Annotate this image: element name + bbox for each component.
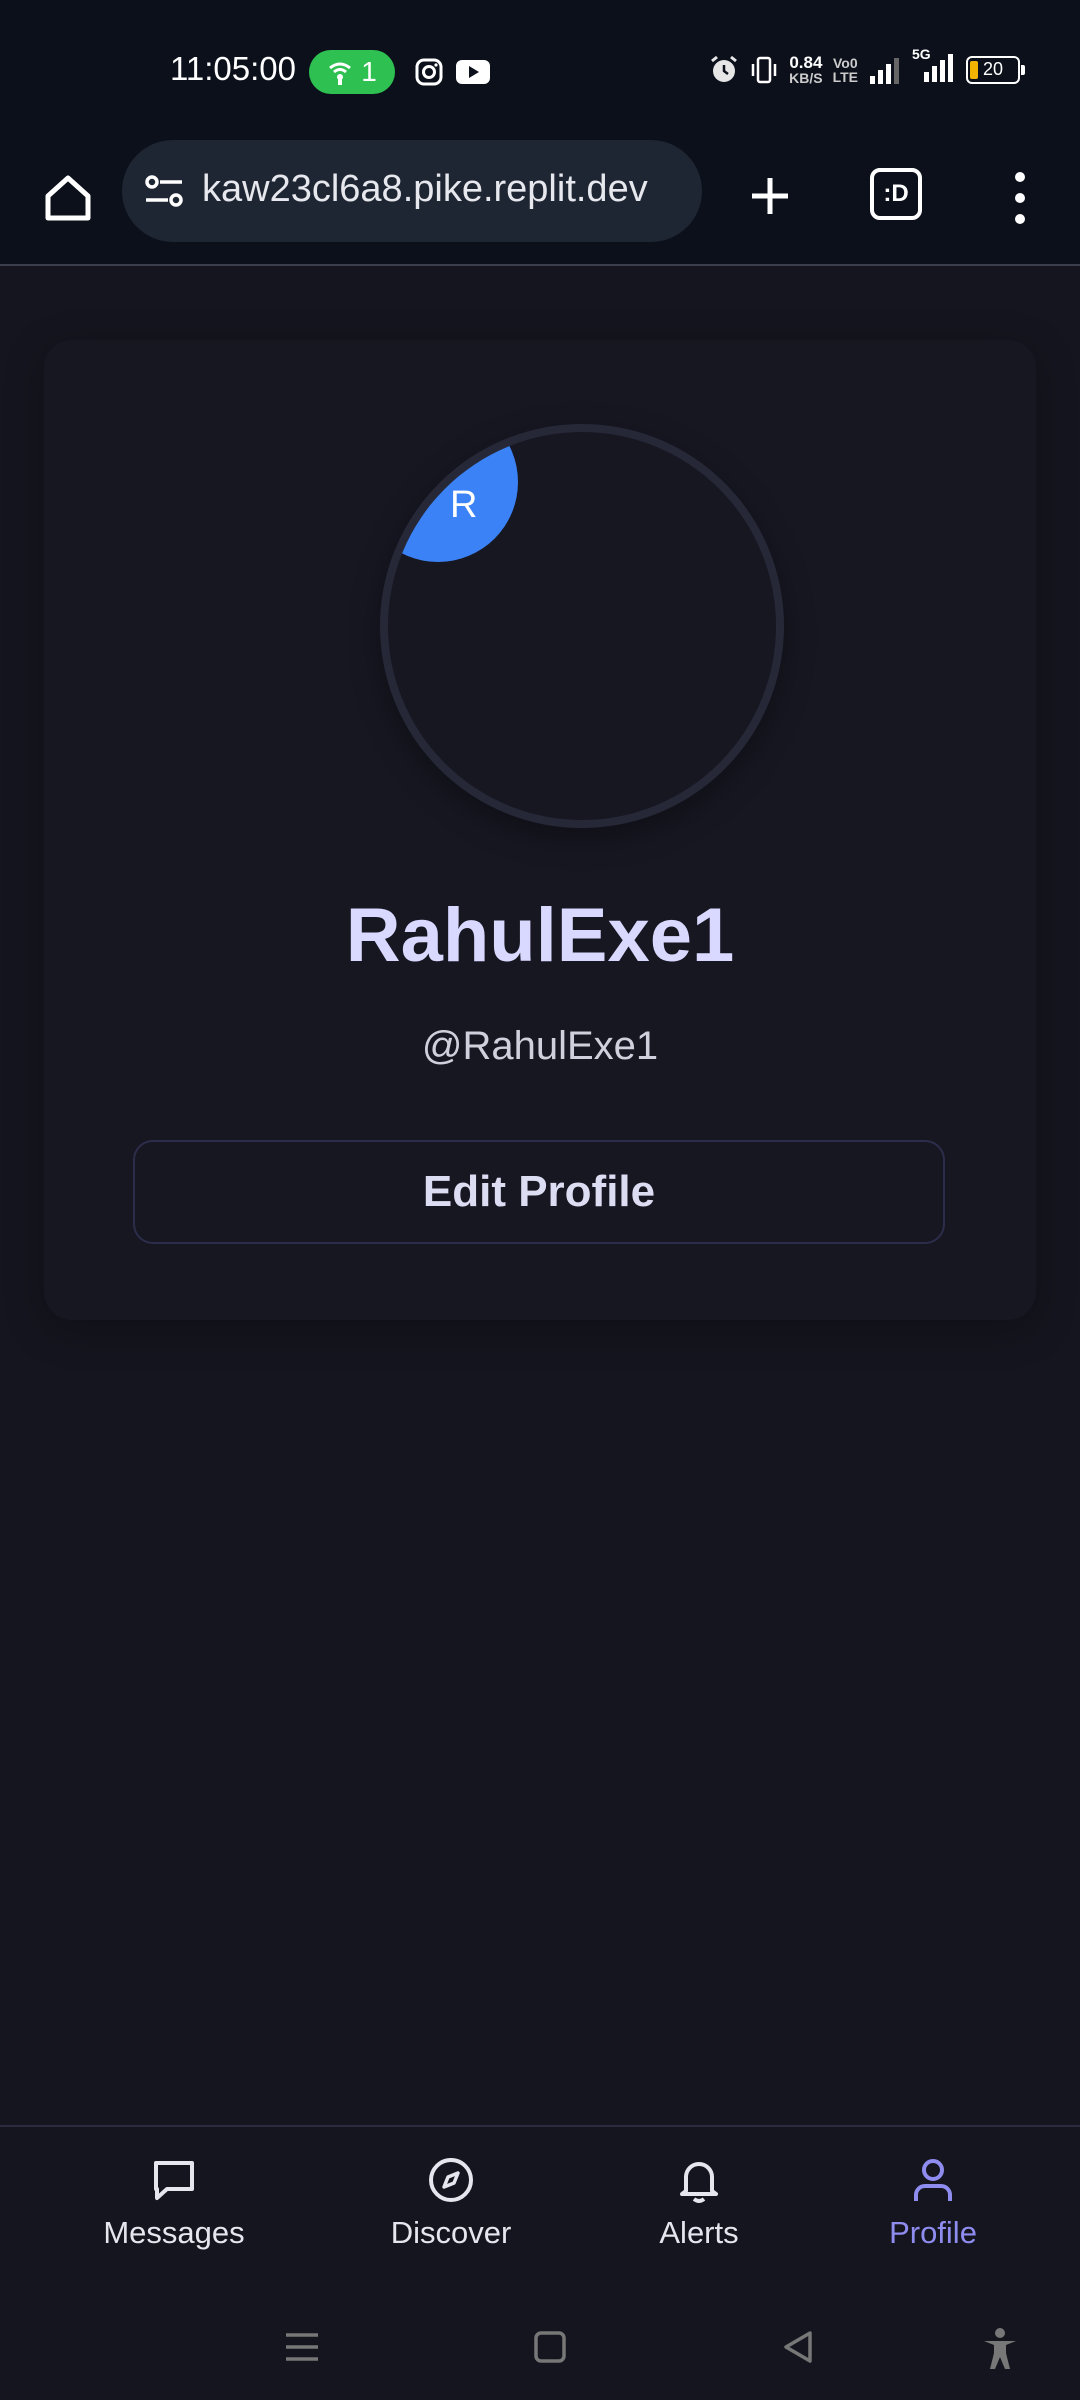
- profile-username: @RahulExe1: [421, 1024, 659, 1068]
- signal-5g: 5G: [912, 46, 956, 87]
- browser-menu-button[interactable]: [1000, 168, 1040, 228]
- compass-icon: [429, 2158, 473, 2202]
- nav-item-alerts[interactable]: Alerts: [599, 2155, 799, 2251]
- alarm-icon: [711, 55, 738, 82]
- kebab-dot: [1015, 172, 1025, 182]
- profile-display-name: RahulExe1: [345, 893, 735, 978]
- site-settings-icon[interactable]: [142, 172, 186, 212]
- status-bar: 11:05:00 1 0.84 KB/S Vo0 LTE 5G 20: [0, 0, 1080, 140]
- youtube-icon: [456, 60, 490, 84]
- tab-switcher-button[interactable]: :D: [870, 168, 926, 224]
- accessibility-icon[interactable]: [980, 2327, 1020, 2371]
- status-right-icons: 0.84 KB/S Vo0 LTE 5G 20: [709, 46, 1025, 87]
- signal-icon-1: [870, 57, 899, 84]
- vibrate-icon: [751, 56, 777, 83]
- nav-label-profile: Profile: [889, 2215, 977, 2250]
- nav-label-messages: Messages: [103, 2215, 245, 2250]
- menu-icon[interactable]: [282, 2327, 322, 2367]
- back-icon[interactable]: [780, 2327, 816, 2367]
- avatar-fallback-circle: [388, 432, 518, 562]
- browser-toolbar: kaw23cl6a8.pike.replit.dev :D: [0, 140, 1080, 266]
- kebab-dot: [1015, 193, 1025, 203]
- tab-switcher-icon: :D: [870, 168, 922, 220]
- plus-icon: [752, 178, 788, 214]
- status-time: 11:05:00: [170, 50, 297, 87]
- nav-item-messages[interactable]: Messages: [74, 2155, 274, 2251]
- edit-profile-button[interactable]: Edit Profile: [133, 1140, 945, 1244]
- kebab-dot: [1015, 214, 1025, 224]
- hotspot-badge: 1: [309, 50, 395, 94]
- nav-label-alerts: Alerts: [659, 2215, 739, 2250]
- nav-label-discover: Discover: [390, 2215, 512, 2250]
- nav-item-profile[interactable]: Profile: [833, 2155, 1033, 2251]
- new-tab-button[interactable]: [738, 164, 802, 228]
- data-rate: 0.84 KB/S: [789, 52, 823, 86]
- avatar[interactable]: R: [380, 424, 784, 828]
- hotspot-count: 1: [361, 56, 377, 87]
- home-square-icon[interactable]: [532, 2327, 568, 2367]
- home-icon: [45, 175, 91, 221]
- nav-item-discover[interactable]: Discover: [351, 2155, 551, 2251]
- profile-card: R RahulExe1 @RahulExe1 Edit Profile: [44, 340, 1036, 1320]
- url-bar[interactable]: kaw23cl6a8.pike.replit.dev: [122, 140, 702, 242]
- user-icon: [914, 2159, 952, 2201]
- instagram-icon: [415, 58, 443, 86]
- bottom-nav: Messages Discover Alerts Profile: [0, 2125, 1080, 2297]
- avatar-initial: R: [450, 484, 478, 526]
- hotspot-icon: [329, 62, 352, 85]
- battery-icon: 20: [966, 55, 1025, 84]
- system-nav-bar: [0, 2295, 1080, 2400]
- browser-home-button[interactable]: [36, 166, 100, 230]
- chat-bubble-icon: [154, 2161, 194, 2200]
- url-text[interactable]: kaw23cl6a8.pike.replit.dev: [202, 168, 692, 211]
- bell-icon: [680, 2162, 718, 2203]
- volte-indicator: Vo0 LTE: [832, 54, 858, 85]
